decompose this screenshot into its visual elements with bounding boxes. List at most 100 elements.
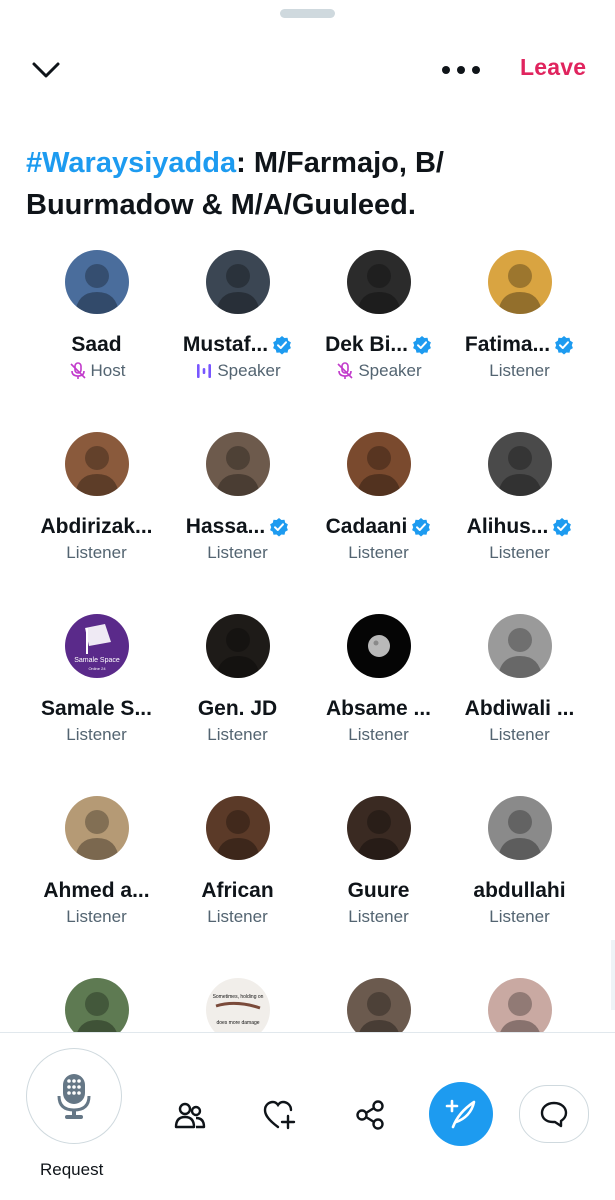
people-icon bbox=[174, 1102, 206, 1129]
more-horizontal-icon bbox=[442, 66, 480, 74]
participant-role: Listener bbox=[207, 543, 268, 562]
participant-tile[interactable]: Abdirizak... Listener bbox=[26, 432, 167, 614]
avatar[interactable] bbox=[346, 432, 411, 496]
participant-tile[interactable]: Hassa... Listener bbox=[167, 432, 308, 614]
participant-tile[interactable]: Mustaf... Speaker bbox=[167, 250, 308, 432]
participants-grid: Saad Host Mustaf... Speaker Dek Bi... Speaker… bbox=[26, 250, 590, 1160]
participant-name-row: Absame ... bbox=[326, 696, 431, 722]
participant-role-row: Listener bbox=[207, 906, 267, 928]
avatar[interactable] bbox=[205, 432, 270, 496]
comment-icon bbox=[540, 1101, 568, 1128]
verified-badge-icon bbox=[269, 517, 289, 537]
space-title: #Waraysiyadda: M/Farmajo, B/ Buurmadow &… bbox=[26, 142, 586, 226]
avatar[interactable] bbox=[487, 250, 552, 314]
title-hashtag[interactable]: #Waraysiyadda bbox=[26, 147, 236, 179]
participant-role-row: Listener bbox=[66, 906, 126, 928]
avatar[interactable]: Samale Space Online 24 bbox=[64, 614, 129, 678]
people-button[interactable] bbox=[168, 1093, 212, 1137]
avatar[interactable] bbox=[64, 432, 129, 496]
participant-tile[interactable]: abdullahi Listener bbox=[449, 796, 590, 978]
avatar[interactable] bbox=[346, 250, 411, 314]
avatar[interactable] bbox=[346, 614, 411, 678]
request-mic-button[interactable] bbox=[26, 1048, 122, 1144]
share-button[interactable] bbox=[348, 1093, 392, 1137]
participant-name-row: Samale S... bbox=[41, 696, 152, 722]
participant-role-row: Listener bbox=[207, 542, 267, 564]
microphone-icon bbox=[57, 1074, 91, 1119]
participant-name-row: Saad bbox=[71, 332, 121, 358]
participant-name: Samale S... bbox=[41, 697, 152, 720]
participant-role: Listener bbox=[489, 361, 550, 380]
participant-tile[interactable]: Saad Host bbox=[26, 250, 167, 432]
avatar[interactable] bbox=[487, 796, 552, 860]
participant-role-row: Listener bbox=[489, 360, 549, 382]
participant-name-row: Dek Bi... bbox=[325, 332, 432, 358]
avatar[interactable] bbox=[487, 432, 552, 496]
avatar[interactable] bbox=[205, 796, 270, 860]
verified-badge-icon bbox=[554, 335, 574, 355]
share-icon bbox=[356, 1100, 384, 1130]
participant-name: Alihus... bbox=[466, 515, 549, 538]
participants-row: Ahmed a... Listener African Listener Guure Li… bbox=[26, 796, 590, 978]
heart-add-icon bbox=[263, 1100, 296, 1130]
participant-tile[interactable]: Abdiwali ... Listener bbox=[449, 614, 590, 796]
mic-muted-icon bbox=[335, 361, 355, 381]
participant-name: African bbox=[201, 879, 274, 902]
drag-handle[interactable] bbox=[280, 9, 335, 18]
participant-tile[interactable]: Fatima... Listener bbox=[449, 250, 590, 432]
participant-name-row: Abdirizak... bbox=[40, 514, 152, 540]
participant-tile[interactable]: Gen. JD Listener bbox=[167, 614, 308, 796]
participant-tile[interactable]: Dek Bi... Speaker bbox=[308, 250, 449, 432]
leave-button[interactable]: Leave bbox=[520, 54, 586, 81]
compose-icon bbox=[445, 1099, 476, 1129]
participant-name: Guure bbox=[347, 879, 410, 902]
avatar[interactable] bbox=[64, 796, 129, 860]
participant-role: Listener bbox=[489, 907, 550, 926]
participant-tile[interactable]: Samale Space Online 24 Samale S... Listener bbox=[26, 614, 167, 796]
participant-tile[interactable]: Ahmed a... Listener bbox=[26, 796, 167, 978]
participant-role: Listener bbox=[207, 907, 268, 926]
verified-badge-icon bbox=[411, 517, 431, 537]
request-label[interactable]: Request bbox=[40, 1160, 103, 1180]
top-bar: Leave bbox=[0, 40, 615, 100]
comment-button[interactable] bbox=[519, 1085, 589, 1143]
avatar[interactable] bbox=[205, 250, 270, 314]
participant-role-row: Listener bbox=[348, 542, 408, 564]
avatar[interactable] bbox=[205, 614, 270, 678]
participant-role: Listener bbox=[348, 543, 409, 562]
participant-name-row: Alihus... bbox=[467, 514, 573, 540]
participant-role: Speaker bbox=[217, 361, 281, 380]
chevron-down-icon bbox=[32, 62, 60, 78]
avatar[interactable] bbox=[64, 250, 129, 314]
verified-badge-icon bbox=[412, 335, 432, 355]
participant-role-row: Listener bbox=[207, 724, 267, 746]
participant-tile[interactable]: Absame ... Listener bbox=[308, 614, 449, 796]
avatar[interactable] bbox=[346, 796, 411, 860]
participant-role-row: Listener bbox=[489, 542, 549, 564]
react-button[interactable] bbox=[258, 1093, 302, 1137]
participant-role: Speaker bbox=[358, 361, 422, 380]
participants-row: Abdirizak... Listener Hassa... Listener Cada… bbox=[26, 432, 590, 614]
participant-name: Gen. JD bbox=[197, 697, 278, 720]
participant-name-row: Cadaani bbox=[326, 514, 432, 540]
participant-name: abdullahi bbox=[473, 879, 566, 902]
participant-role-row: Listener bbox=[348, 906, 408, 928]
participant-role-row: Speaker bbox=[335, 360, 422, 382]
participant-tile[interactable]: African Listener bbox=[167, 796, 308, 978]
avatar[interactable] bbox=[487, 614, 552, 678]
more-button[interactable] bbox=[436, 50, 486, 90]
participant-name-row: Ahmed a... bbox=[43, 878, 149, 904]
verified-badge-icon bbox=[552, 517, 572, 537]
participant-role: Listener bbox=[207, 725, 268, 744]
avatar-text: Sometimes, holding on bbox=[212, 994, 263, 1000]
participant-tile[interactable]: Alihus... Listener bbox=[449, 432, 590, 614]
participant-role: Listener bbox=[489, 725, 550, 744]
participant-tile[interactable]: Guure Listener bbox=[308, 796, 449, 978]
participant-name-row: Guure bbox=[348, 878, 410, 904]
participant-role-row: Listener bbox=[348, 724, 408, 746]
compose-tweet-button[interactable] bbox=[429, 1082, 493, 1146]
collapse-button[interactable] bbox=[24, 50, 68, 90]
participant-tile[interactable]: Cadaani Listener bbox=[308, 432, 449, 614]
avatar-text: Online 24 bbox=[88, 666, 106, 671]
participant-role-row: Listener bbox=[489, 724, 549, 746]
